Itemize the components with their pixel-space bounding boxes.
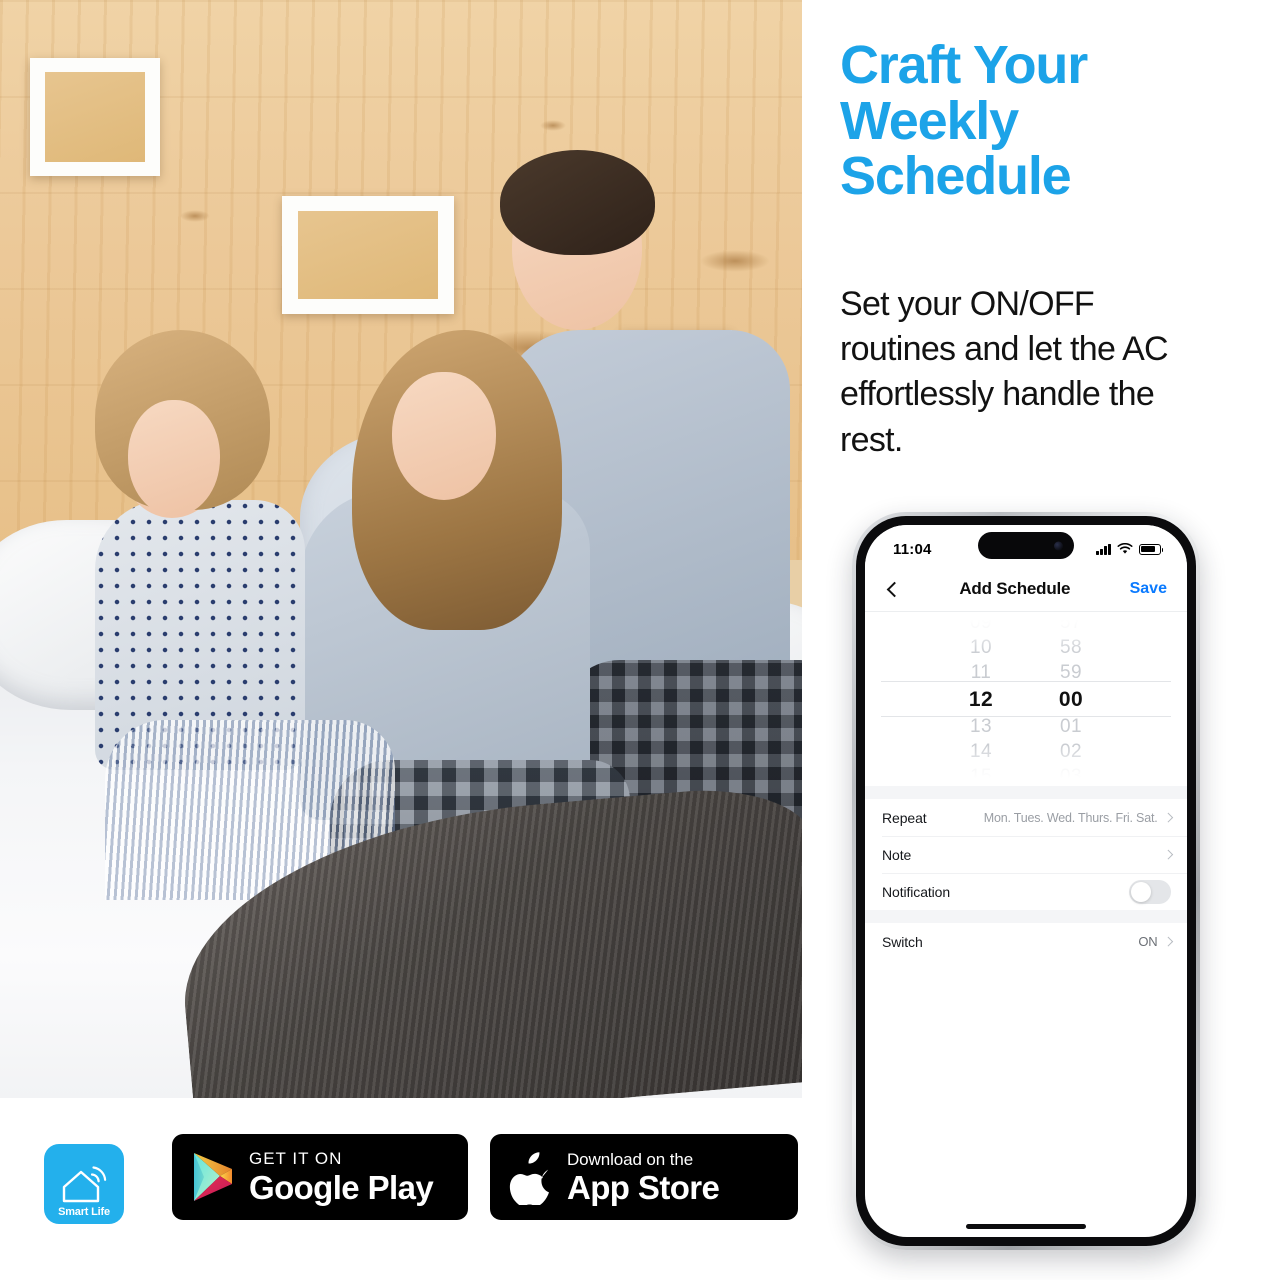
minute-option[interactable]: 02 — [1048, 739, 1094, 764]
save-button[interactable]: Save — [1130, 580, 1167, 598]
right-panel: Craft Your Weekly Schedule Set your ON/O… — [802, 0, 1280, 1280]
row-label: Repeat — [882, 809, 927, 826]
google-play-badge[interactable]: GET IT ON Google Play — [172, 1134, 468, 1220]
chevron-left-icon[interactable] — [886, 581, 903, 597]
wifi-icon — [1117, 543, 1133, 554]
row-repeat[interactable]: Repeat Mon. Tues. Wed. Thurs. Fri. Sat. — [865, 799, 1187, 836]
nav-bar: Add Schedule Save — [865, 567, 1187, 611]
minute-wheel[interactable]: 57 58 59 00 01 02 03 — [1048, 610, 1094, 789]
hour-option[interactable]: 09 — [958, 610, 1004, 635]
google-play-small-text: GET IT ON — [249, 1149, 343, 1168]
settings-group-primary: Repeat Mon. Tues. Wed. Thurs. Fri. Sat. … — [865, 799, 1187, 910]
google-play-triangle-icon — [194, 1153, 232, 1201]
app-store-small-text: Download on the — [567, 1149, 694, 1169]
chevron-right-icon — [1163, 936, 1173, 947]
smart-life-label: Smart Life — [58, 1206, 110, 1218]
status-time: 11:04 — [893, 540, 932, 558]
hour-option[interactable]: 11 — [958, 660, 1004, 685]
google-play-big-text: Google Play — [249, 1169, 434, 1206]
wall-frame — [282, 196, 454, 314]
minute-option-selected[interactable]: 00 — [1048, 685, 1094, 714]
hour-wheel[interactable]: 09 10 11 12 13 14 15 — [958, 610, 1004, 789]
chevron-right-icon — [1163, 812, 1173, 823]
minute-option[interactable]: 01 — [1048, 714, 1094, 739]
section-gap — [865, 910, 1187, 923]
row-value: ON — [1138, 934, 1158, 949]
dynamic-island — [978, 532, 1074, 559]
row-label: Note — [882, 846, 912, 863]
nav-title: Add Schedule — [959, 579, 1071, 598]
row-notification[interactable]: Notification — [865, 873, 1187, 910]
notification-toggle[interactable] — [1129, 879, 1171, 904]
row-switch[interactable]: Switch ON — [865, 923, 1187, 960]
smart-life-app-icon[interactable]: Smart Life — [44, 1144, 124, 1224]
phone-screen: 11:04 Add Schedule Save 09 10 11 12 13 1… — [865, 525, 1187, 1237]
phone-mockup: 11:04 Add Schedule Save 09 10 11 12 13 1… — [852, 512, 1200, 1250]
hour-option[interactable]: 14 — [958, 739, 1004, 764]
hero-photo — [0, 0, 802, 1098]
page-subtitle: Set your ON/OFF routines and let the AC … — [840, 285, 1169, 459]
app-store-badge[interactable]: Download on the App Store — [490, 1134, 798, 1220]
row-value: Mon. Tues. Wed. Thurs. Fri. Sat. — [983, 810, 1158, 825]
hour-option-selected[interactable]: 12 — [958, 685, 1004, 714]
hour-option[interactable]: 13 — [958, 714, 1004, 739]
store-badges: Smart Life GET IT ON Google Play Downloa… — [0, 1098, 802, 1280]
smart-home-wifi-icon — [62, 1166, 107, 1203]
minute-option[interactable]: 59 — [1048, 660, 1094, 685]
page-title: Craft Your Weekly Schedule — [840, 35, 1088, 207]
chevron-right-icon — [1163, 849, 1173, 860]
cellular-bars-icon — [1096, 543, 1111, 555]
home-indicator[interactable] — [966, 1224, 1086, 1229]
apple-logo-icon — [509, 1152, 549, 1205]
minute-option[interactable]: 58 — [1048, 635, 1094, 660]
row-label: Switch — [882, 933, 923, 950]
wall-frame — [30, 58, 160, 176]
hour-option[interactable]: 15 — [958, 764, 1004, 789]
settings-group-switch: Switch ON — [865, 923, 1187, 960]
battery-icon — [1139, 543, 1164, 555]
app-store-big-text: App Store — [567, 1168, 720, 1206]
minute-option[interactable]: 57 — [1048, 610, 1094, 635]
status-bar: 11:04 — [865, 525, 1187, 567]
hour-option[interactable]: 10 — [958, 635, 1004, 660]
minute-option[interactable]: 03 — [1048, 764, 1094, 789]
time-picker[interactable]: 09 10 11 12 13 14 15 57 58 59 00 01 02 0… — [865, 610, 1187, 789]
row-label: Notification — [882, 883, 951, 900]
row-note[interactable]: Note — [865, 836, 1187, 873]
